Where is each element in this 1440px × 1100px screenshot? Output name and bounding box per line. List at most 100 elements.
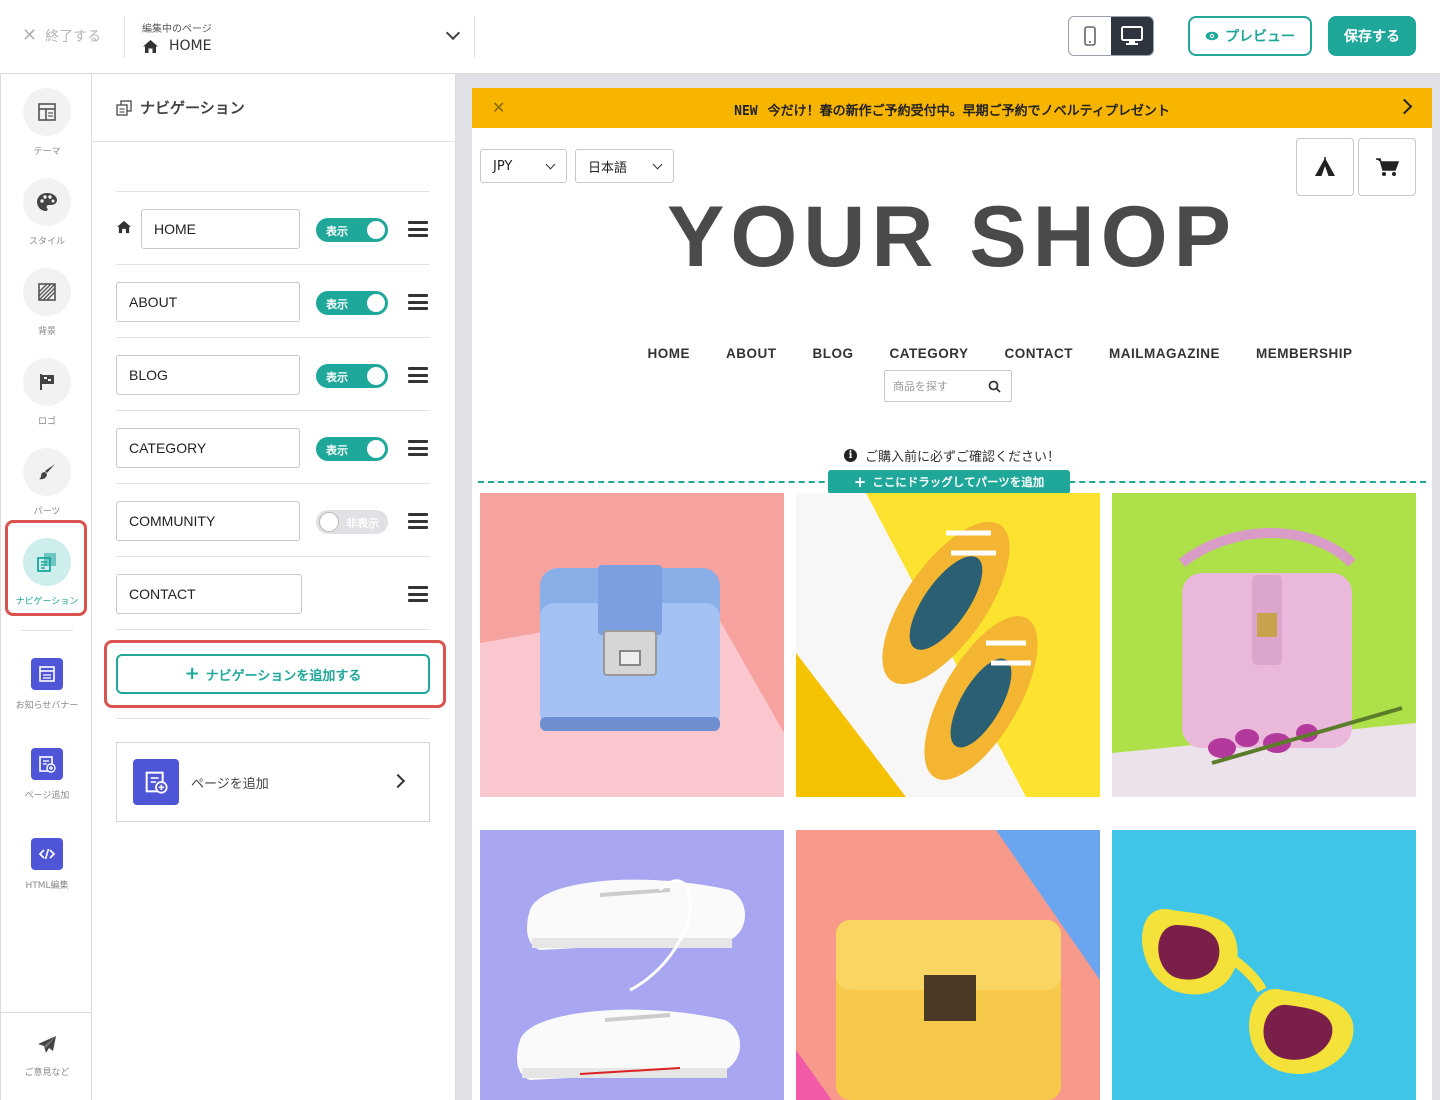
mobile-view-button[interactable] — [1069, 17, 1111, 55]
add-navigation-button[interactable]: + ナビゲーションを追加する — [116, 654, 430, 694]
add-page-icon — [39, 756, 56, 773]
nav-label-input[interactable]: CATEGORY — [116, 428, 300, 468]
toggle-label: 非表示 — [346, 517, 379, 530]
language-select[interactable]: 日本語 — [575, 149, 674, 183]
drag-handle-icon[interactable] — [408, 440, 428, 456]
rail-item-html-edit[interactable]: HTML編集 — [1, 832, 93, 914]
exit-button[interactable]: ✕ 終了する — [22, 26, 101, 46]
rail-item-logo[interactable]: ロゴ — [1, 358, 93, 440]
nav-label-input[interactable]: ABOUT — [116, 282, 300, 322]
nav-label-input[interactable]: CONTACT — [116, 574, 302, 614]
site-nav-category[interactable]: CATEGORY — [889, 346, 968, 361]
rail-item-background[interactable]: 背景 — [1, 268, 93, 350]
rail-label: HTML編集 — [25, 881, 69, 891]
product-tile-pink-bag[interactable] — [1112, 493, 1416, 797]
rail-item-style[interactable]: スタイル — [1, 178, 93, 260]
visibility-toggle[interactable]: 表示 — [316, 291, 388, 315]
drag-handle-icon[interactable] — [408, 586, 428, 602]
site-nav-home[interactable]: HOME — [647, 346, 690, 361]
currency-select[interactable]: JPY — [480, 149, 567, 183]
rail-label: ページ追加 — [24, 791, 70, 801]
close-icon: ✕ — [22, 25, 38, 46]
rail-label: お知らせバナー — [15, 701, 79, 711]
highlight-frame — [5, 520, 87, 616]
navigation-panel: ナビゲーション HOME 表示 ABOUT 表示 BLOG 表示 CATEGOR… — [92, 74, 456, 1100]
current-page-name: HOME — [169, 38, 212, 54]
visibility-toggle[interactable]: 表示 — [316, 437, 388, 461]
pink-handbag-image — [1112, 528, 1416, 797]
nav-label-input[interactable]: HOME — [141, 209, 300, 249]
rail-label: テーマ — [33, 147, 61, 157]
divider — [21, 630, 73, 631]
currency-value: JPY — [493, 158, 513, 174]
drag-handle-icon[interactable] — [408, 513, 428, 529]
site-nav-blog[interactable]: BLOG — [812, 346, 853, 361]
drag-handle-icon[interactable] — [408, 221, 428, 237]
paper-plane-icon — [38, 1036, 56, 1053]
site-nav-about[interactable]: ABOUT — [726, 346, 777, 361]
toggle-label: 表示 — [326, 298, 348, 311]
notice-link[interactable]: i ご購入前に必ずご確認ください！ — [472, 446, 1432, 465]
desktop-view-button[interactable] — [1111, 17, 1153, 55]
exit-label: 終了する — [45, 29, 102, 45]
home-icon — [143, 39, 158, 53]
theme-layout-icon — [38, 103, 56, 121]
product-search-input[interactable]: 商品を探す — [884, 370, 1012, 402]
navigation-pages-icon — [116, 99, 132, 116]
banner-message: NEW 今だけ！春の新作ご予約受付中。早期ご予約でノベルティプレゼント — [472, 100, 1432, 119]
toggle-knob — [367, 294, 385, 312]
notice-banner[interactable]: ✕ NEW 今だけ！春の新作ご予約受付中。早期ご予約でノベルティプレゼント — [472, 88, 1432, 128]
visibility-toggle[interactable]: 非表示 — [316, 510, 388, 534]
site-nav-mailmagazine[interactable]: MAILMAGAZINE — [1109, 346, 1220, 361]
save-button[interactable]: 保存する — [1328, 16, 1416, 56]
visibility-toggle[interactable]: 表示 — [316, 218, 388, 242]
shop-logo[interactable]: YOUR SHOP — [472, 188, 1432, 287]
nav-label-input[interactable]: BLOG — [116, 355, 300, 395]
site-navigation: HOME ABOUT BLOG CATEGORY CONTACT MAILMAG… — [570, 346, 1430, 361]
nav-row-about: ABOUT 表示 — [116, 264, 430, 337]
divider — [474, 16, 475, 58]
product-tile-yellow-sneakers[interactable] — [796, 493, 1100, 797]
notice-text: ご購入前に必ずご確認ください！ — [864, 450, 1060, 465]
rail-item-notice-banner[interactable]: お知らせバナー — [1, 652, 93, 734]
toggle-knob — [367, 221, 385, 239]
drag-handle-icon[interactable] — [408, 367, 428, 383]
device-toggle — [1068, 16, 1154, 56]
eye-icon — [1205, 31, 1219, 41]
site-nav-contact[interactable]: CONTACT — [1005, 346, 1074, 361]
nav-row-blog: BLOG 表示 — [116, 337, 430, 410]
rail-item-parts[interactable]: パーツ — [1, 448, 93, 530]
drop-zone-button[interactable]: + ここにドラッグしてパーツを追加 — [828, 470, 1070, 494]
product-tile-yellow-wallet[interactable] — [796, 830, 1100, 1100]
nav-label-input[interactable]: COMMUNITY — [116, 501, 300, 541]
tent-icon — [1315, 157, 1335, 176]
product-tile-sunglasses[interactable] — [1112, 830, 1416, 1100]
product-tile-white-sneakers[interactable] — [480, 830, 784, 1100]
rail-label: 背景 — [37, 327, 56, 337]
feedback-button[interactable]: ご意見など — [1, 1012, 93, 1100]
rail-item-theme[interactable]: テーマ — [1, 88, 93, 170]
drag-handle-icon[interactable] — [408, 294, 428, 310]
banner-icon — [39, 666, 55, 682]
toggle-knob — [319, 512, 339, 532]
rail-label: パーツ — [33, 507, 61, 517]
page-selector[interactable]: 編集中のページ HOME — [126, 14, 474, 60]
rail-item-add-page[interactable]: ページ追加 — [1, 742, 93, 824]
site-preview: ✕ NEW 今だけ！春の新作ご予約受付中。早期ご予約でノベルティプレゼント JPY… — [472, 88, 1432, 1100]
search-icon[interactable] — [988, 380, 1001, 393]
divider — [116, 718, 430, 719]
rail-label: ロゴ — [37, 417, 56, 427]
visibility-toggle[interactable]: 表示 — [316, 364, 388, 388]
info-icon: i — [843, 449, 857, 462]
add-page-button[interactable]: ページを追加 — [116, 742, 430, 822]
nav-row-community: COMMUNITY 非表示 — [116, 483, 430, 556]
blue-handbag-image — [480, 565, 784, 797]
site-nav-membership[interactable]: MEMBERSHIP — [1256, 346, 1353, 361]
monitor-icon — [1121, 26, 1143, 45]
drop-zone-label: ここにドラッグしてパーツを追加 — [872, 475, 1045, 489]
tool-rail: テーマ スタイル 背景 ロゴ パーツ ナビゲーション お知らせバナー ページ追加… — [0, 74, 93, 1100]
white-sneakers-image — [517, 879, 745, 1080]
product-tile-blue-bag[interactable] — [480, 493, 784, 797]
preview-label: プレビュー — [1225, 29, 1295, 45]
preview-button[interactable]: プレビュー — [1188, 16, 1312, 56]
